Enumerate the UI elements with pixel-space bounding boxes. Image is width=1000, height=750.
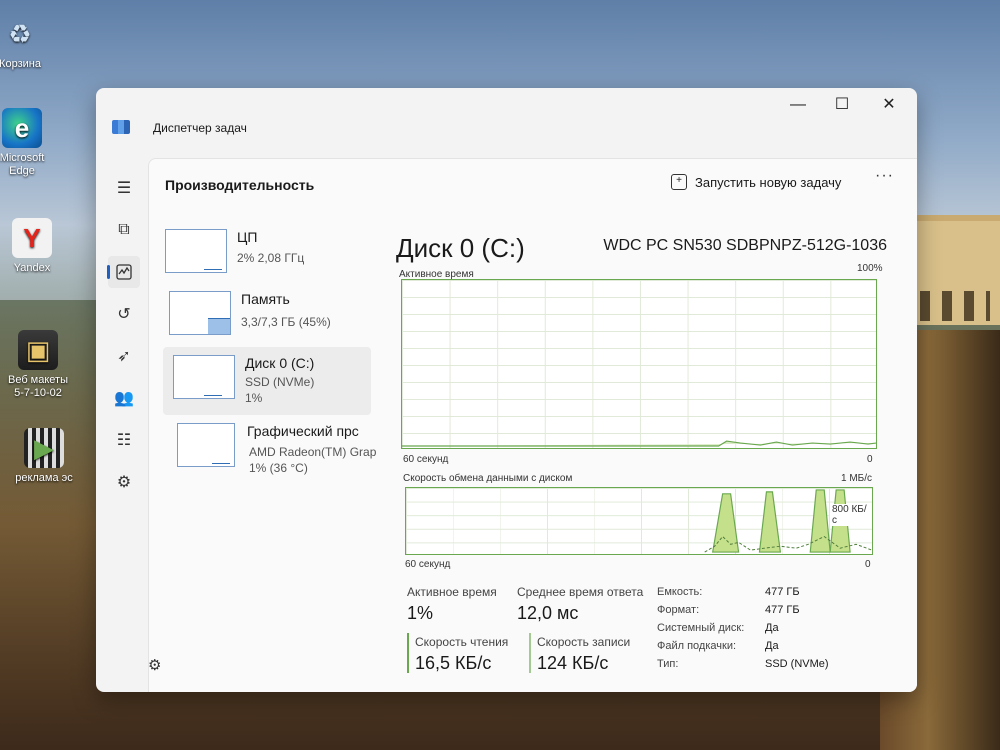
cpu-thumbnail-graph xyxy=(165,229,227,273)
write-speed-label: Скорость записи xyxy=(537,635,631,649)
desktop-icon-video[interactable]: ▶ реклама эс xyxy=(4,428,84,485)
active-time-chart xyxy=(401,279,877,449)
wallpaper-building xyxy=(910,215,1000,325)
prop-type-value: SSD (NVMe) xyxy=(765,658,829,670)
desktop-icon-label: реклама эс xyxy=(15,472,73,484)
prop-capacity-value: 477 ГБ xyxy=(765,586,800,598)
desktop-icon-web-layouts[interactable]: ▣ Веб макеты 5-7-10-02 xyxy=(0,330,78,400)
chart2-min-label: 0 xyxy=(865,559,871,570)
hamburger-menu-icon[interactable]: ☰ xyxy=(108,172,140,204)
recycle-bin-icon: ♻ xyxy=(8,18,32,49)
app-history-icon[interactable]: ↺ xyxy=(108,298,140,330)
minimize-button[interactable]: — xyxy=(778,94,818,116)
prop-pagefile-value: Да xyxy=(765,640,779,652)
read-speed-value: 16,5 КБ/с xyxy=(415,653,492,673)
read-speed-label: Скорость чтения xyxy=(415,635,509,649)
services-icon[interactable]: ⚙ xyxy=(108,466,140,498)
disk-title: Диск 0 (C:) xyxy=(396,233,525,263)
folder-icon: ▣ xyxy=(18,330,58,370)
device-name: ЦП xyxy=(237,229,258,245)
window-title: Диспетчер задач xyxy=(153,121,247,135)
device-detail: SSD (NVMe) xyxy=(245,375,315,389)
device-item-memory[interactable]: Память 3,3/7,3 ГБ (45%) xyxy=(163,283,371,351)
details-icon[interactable]: ☷ xyxy=(108,424,140,456)
yandex-icon: Y xyxy=(12,218,52,258)
prop-format-key: Формат: xyxy=(657,604,700,616)
prop-pagefile-key: Файл подкачки: xyxy=(657,640,737,652)
device-item-disk0[interactable]: Диск 0 (C:) SSD (NVMe) 1% xyxy=(163,347,371,415)
processes-icon[interactable]: ⧉ xyxy=(108,214,140,246)
chart2-label: Скорость обмена данными с диском xyxy=(403,473,573,484)
device-name: Память xyxy=(241,291,290,307)
desktop-icon-label: Веб макеты 5-7-10-02 xyxy=(7,374,68,399)
response-time-label: Среднее время ответа xyxy=(517,585,644,599)
prop-system-disk-key: Системный диск: xyxy=(657,622,745,634)
new-task-icon: + xyxy=(671,174,687,190)
desktop-icon-label: Корзина xyxy=(0,58,41,70)
performance-icon[interactable] xyxy=(107,256,140,288)
desktop-icon-label: Yandex xyxy=(13,262,51,274)
chart2-x-label: 60 секунд xyxy=(405,559,451,570)
desktop-icon-edge[interactable]: e Microsoft Edge xyxy=(0,108,62,178)
performance-content: Производительность + Запустить новую зад… xyxy=(148,158,917,692)
device-detail: AMD Radeon(TM) Grap xyxy=(249,445,377,459)
sidebar-nav: ☰ ⧉ ↺ ➶ 👥 ☷ ⚙ xyxy=(96,148,148,692)
write-speed-value: 124 КБ/с xyxy=(537,653,609,673)
close-button[interactable]: ✕ xyxy=(869,94,909,116)
disk-thumbnail-graph xyxy=(173,355,235,399)
active-time-label: Активное время xyxy=(407,585,497,599)
more-options-button[interactable]: ··· xyxy=(875,167,894,185)
settings-gear-icon[interactable]: ⚙ xyxy=(148,656,161,674)
active-time-value: 1% xyxy=(407,603,434,623)
chart1-max-label: 100% xyxy=(857,263,883,274)
desktop-icon-recycle-bin[interactable]: ♻ Корзина xyxy=(0,14,60,71)
device-item-cpu[interactable]: ЦП 2% 2,08 ГГц xyxy=(163,221,371,289)
device-usage: 1% xyxy=(245,391,263,405)
edge-icon: e xyxy=(2,108,42,148)
gpu-thumbnail-graph xyxy=(177,423,235,467)
prop-system-disk-value: Да xyxy=(765,622,779,634)
write-indicator xyxy=(529,633,531,673)
disk-model: WDC PC SN530 SDBPNPZ-512G-1036 xyxy=(603,237,887,254)
device-name: Диск 0 (C:) xyxy=(245,355,315,371)
response-time-value: 12,0 мс xyxy=(517,603,579,623)
chart2-mid-label: 800 КБ/с xyxy=(830,504,872,526)
prop-capacity-key: Емкость: xyxy=(657,586,703,598)
memory-thumbnail-graph xyxy=(169,291,231,335)
task-manager-icon xyxy=(112,120,130,134)
title-bar[interactable]: Диспетчер задач — ☐ ✕ xyxy=(96,88,917,148)
transfer-rate-chart: 800 КБ/с xyxy=(405,487,873,555)
page-title: Производительность xyxy=(165,177,315,193)
chart2-max-label: 1 МБ/с xyxy=(841,473,873,484)
desktop-icon-yandex[interactable]: Y Yandex xyxy=(0,218,72,275)
read-indicator xyxy=(407,633,409,673)
device-usage: 1% (36 °C) xyxy=(249,461,308,475)
device-detail: 2% 2,08 ГГц xyxy=(237,251,305,265)
chart1-min-label: 0 xyxy=(867,454,873,465)
device-item-gpu[interactable]: Графический прс AMD Radeon(TM) Grap 1% (… xyxy=(163,415,376,483)
prop-format-value: 477 ГБ xyxy=(765,604,800,616)
startup-apps-icon[interactable]: ➶ xyxy=(108,340,140,372)
video-file-icon: ▶ xyxy=(24,428,64,468)
task-manager-window: Диспетчер задач — ☐ ✕ ☰ ⧉ ↺ ➶ 👥 ☷ ⚙ Прои… xyxy=(96,88,917,692)
prop-type-key: Тип: xyxy=(657,658,679,670)
run-new-task-label: Запустить новую задачу xyxy=(695,174,842,190)
desktop-icon-label: Microsoft Edge xyxy=(0,152,45,177)
device-detail: 3,3/7,3 ГБ (45%) xyxy=(241,315,331,329)
maximize-button[interactable]: ☐ xyxy=(822,94,862,116)
users-icon[interactable]: 👥 xyxy=(108,382,140,414)
device-name: Графический прс xyxy=(247,423,359,439)
run-new-task-button[interactable]: + Запустить новую задачу xyxy=(671,167,841,197)
chart1-x-label: 60 секунд xyxy=(403,454,449,465)
